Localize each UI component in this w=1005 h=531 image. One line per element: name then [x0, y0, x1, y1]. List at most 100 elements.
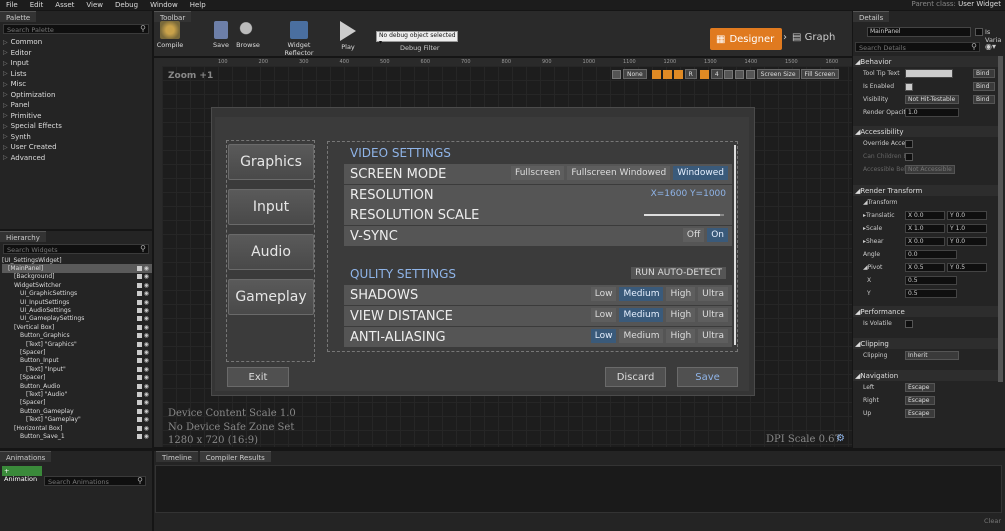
section-render-transform[interactable]: ◢ Render Transform: [853, 185, 999, 196]
hierarchy-row[interactable]: [Text] "Graphics" ◉: [2, 340, 152, 348]
option-button[interactable]: Fullscreen: [511, 166, 565, 180]
lock-icon[interactable]: [137, 417, 142, 423]
option-button[interactable]: Ultra: [698, 287, 728, 301]
lock-icon[interactable]: [137, 408, 142, 414]
palette-category[interactable]: ▷ Misc: [0, 79, 152, 90]
override-access-checkbox[interactable]: [905, 139, 913, 148]
option-button[interactable]: Low: [590, 329, 617, 343]
input-button[interactable]: Input: [228, 189, 314, 225]
audio-button[interactable]: Audio: [228, 234, 314, 270]
eye-icon[interactable]: ◉: [144, 307, 149, 314]
save-button[interactable]: Save: [210, 21, 232, 49]
lock-icon[interactable]: [137, 400, 142, 406]
clipping-dropdown[interactable]: Inherit: [905, 351, 959, 360]
option-button[interactable]: Medium: [619, 308, 664, 322]
eye-icon[interactable]: ◉: [144, 366, 149, 373]
nav-right-dropdown[interactable]: Escape: [905, 396, 935, 405]
section-accessibility[interactable]: ◢ Accessibility: [853, 126, 999, 137]
exit-button[interactable]: Exit: [227, 367, 289, 387]
tab-palette[interactable]: Palette: [0, 11, 37, 22]
lock-icon[interactable]: [673, 69, 683, 79]
eye-icon[interactable]: ◉: [144, 265, 149, 272]
hierarchy-row[interactable]: Button_Gameplay ◉: [2, 407, 152, 415]
hierarchy-row[interactable]: [MainPanel] ◉: [2, 264, 152, 273]
menu-debug[interactable]: Debug: [109, 1, 144, 9]
lock-icon[interactable]: [137, 358, 142, 364]
visibility-bind-dropdown[interactable]: Bind: [973, 95, 995, 104]
option-button[interactable]: On: [707, 228, 728, 242]
lock-icon[interactable]: [137, 291, 142, 297]
hierarchy-row[interactable]: [Text] "Gameplay" ◉: [2, 415, 152, 423]
clear-button[interactable]: Clear: [984, 517, 1001, 525]
eye-icon[interactable]: ◉: [144, 399, 149, 406]
lock-icon[interactable]: [137, 333, 142, 339]
palette-category[interactable]: ▷ Editor: [0, 48, 152, 59]
lock-icon[interactable]: [137, 433, 142, 439]
lock-icon[interactable]: [137, 308, 142, 314]
pivot-y-field[interactable]: Y 0.5: [947, 263, 987, 272]
eye-icon[interactable]: ◉: [144, 282, 149, 289]
play-button[interactable]: Play: [334, 21, 362, 51]
hierarchy-row[interactable]: [Text] "Audio" ◉: [2, 390, 152, 398]
eye-icon[interactable]: ◉: [144, 324, 149, 331]
grid-snap-value[interactable]: 4: [710, 69, 723, 79]
is-enabled-bind-dropdown[interactable]: Bind: [973, 82, 995, 91]
option-button[interactable]: High: [666, 329, 696, 343]
hierarchy-row[interactable]: [Spacer] ◉: [2, 373, 152, 381]
fill-screen-dropdown[interactable]: Fill Screen: [800, 69, 840, 79]
lock-icon[interactable]: [137, 341, 142, 347]
lock-icon[interactable]: [137, 391, 142, 397]
pivot-x-field[interactable]: X 0.5: [905, 263, 945, 272]
add-animation-button[interactable]: + Animation: [2, 466, 42, 483]
animations-search-input[interactable]: Search Animations ⚲: [44, 476, 146, 486]
menu-asset[interactable]: Asset: [49, 1, 80, 9]
hierarchy-search-input[interactable]: Search Widgets ⚲: [3, 244, 149, 254]
hierarchy-row[interactable]: [UI_SettingsWidget]: [2, 256, 152, 264]
translation-y-field[interactable]: Y 0.0: [947, 211, 987, 220]
eye-icon[interactable]: ◉: [144, 315, 149, 322]
move-icon[interactable]: [723, 69, 733, 79]
accessible-behavior-dropdown[interactable]: Not Accessible: [905, 165, 955, 174]
palette-category[interactable]: ▷ Advanced: [0, 153, 152, 164]
eye-icon[interactable]: ◉: [144, 290, 149, 297]
details-scrollbar[interactable]: [998, 56, 1003, 382]
lock-icon[interactable]: [137, 375, 142, 381]
menu-file[interactable]: File: [0, 1, 24, 9]
hierarchy-row[interactable]: UI_InputSettings ◉: [2, 298, 152, 306]
lock-icon[interactable]: [137, 366, 142, 372]
is-variable-checkbox[interactable]: [975, 28, 983, 36]
section-behavior[interactable]: ◢ Behavior: [853, 56, 999, 67]
menu-view[interactable]: View: [80, 1, 109, 9]
lock-icon[interactable]: [137, 425, 142, 431]
hierarchy-row[interactable]: [Background] ◉: [2, 273, 152, 281]
shear-x-field[interactable]: X 0.0: [905, 237, 945, 246]
eye-icon[interactable]: ◉: [144, 416, 149, 423]
graphics-button[interactable]: Graphics: [228, 144, 314, 180]
eye-icon[interactable]: ◉: [144, 349, 149, 356]
palette-category[interactable]: ▷ Special Effects: [0, 121, 152, 132]
option-button[interactable]: High: [666, 287, 696, 301]
option-button[interactable]: Fullscreen Windowed: [567, 166, 671, 180]
is-volatile-checkbox[interactable]: [905, 319, 913, 328]
nav-up-dropdown[interactable]: Escape: [905, 409, 935, 418]
tab-compiler-results[interactable]: Compiler Results: [199, 451, 271, 462]
eye-icon[interactable]: ◉: [144, 374, 149, 381]
eye-icon[interactable]: ◉: [144, 433, 149, 440]
eye-icon[interactable]: ◉: [144, 357, 149, 364]
hierarchy-row[interactable]: Button_Save_1 ◉: [2, 432, 152, 440]
section-clipping[interactable]: ◢ Clipping: [853, 338, 999, 349]
pivot-x-input[interactable]: 0.5: [905, 276, 957, 285]
menu-window[interactable]: Window: [144, 1, 184, 9]
hierarchy-row[interactable]: Button_Input ◉: [2, 357, 152, 365]
discard-button[interactable]: Discard: [605, 367, 666, 387]
eye-icon[interactable]: ◉: [144, 273, 149, 280]
option-button[interactable]: Low: [590, 287, 617, 301]
widget-reflector-button[interactable]: Widget Reflector: [272, 21, 326, 57]
lock-icon[interactable]: [137, 324, 142, 330]
browse-button[interactable]: Browse: [235, 21, 261, 49]
hierarchy-row[interactable]: UI_GameplaySettings ◉: [2, 315, 152, 323]
option-button[interactable]: High: [666, 308, 696, 322]
lock-icon[interactable]: [137, 349, 142, 355]
palette-category[interactable]: ▷ Panel: [0, 100, 152, 111]
translation-x-field[interactable]: X 0.0: [905, 211, 945, 220]
